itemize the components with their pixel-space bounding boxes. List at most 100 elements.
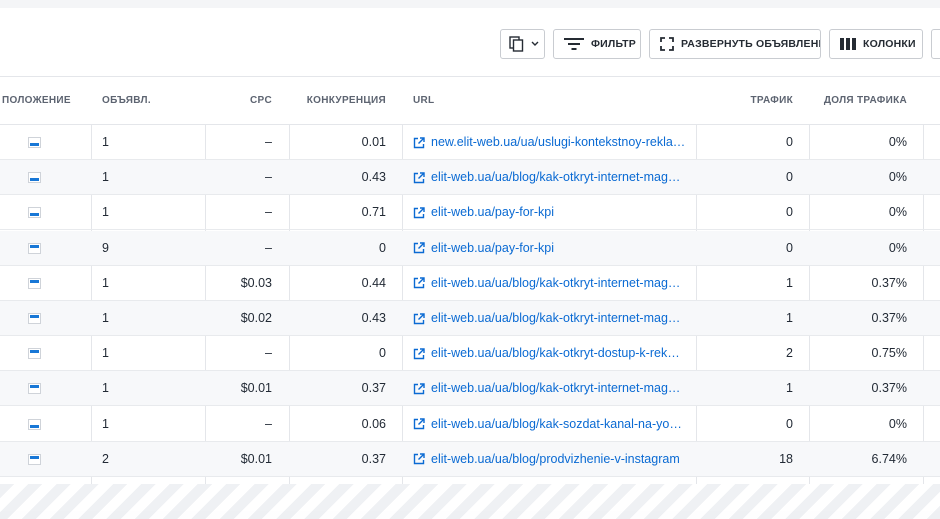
- chevron-down-icon: [531, 41, 539, 47]
- traffic-value: 0: [786, 416, 793, 431]
- traffic-value: 2: [786, 346, 793, 361]
- cpc-value: $0.02: [240, 311, 272, 325]
- table-row: 1 – 0.71 elit-web.ua/pay-for-kpi 0 0%: [0, 195, 940, 231]
- traffic-value: 1: [786, 275, 793, 290]
- table-row: 1 – 0 elit-web.ua/ua/blog/kak-otkryt-dostup…: [0, 336, 940, 372]
- column-header-cpc[interactable]: CPC: [210, 77, 272, 124]
- external-link-icon: [413, 136, 425, 149]
- ads-count: 1: [102, 416, 109, 431]
- more-button[interactable]: [931, 29, 940, 59]
- competition-value: 0: [379, 346, 386, 361]
- traffic-value: 1: [786, 311, 793, 325]
- table-row: 2 $0.01 0.37 elit-web.ua/ua/blog/prodvizhen…: [0, 441, 940, 477]
- external-link-icon: [413, 453, 425, 465]
- traffic-share-value: 0%: [888, 205, 907, 220]
- cpc-value: $0.03: [240, 275, 272, 290]
- competition-value: 0.44: [361, 275, 386, 290]
- traffic-value: 0: [786, 170, 793, 185]
- competition-value: 0.37: [361, 451, 386, 466]
- ads-count: 1: [102, 346, 109, 361]
- cpc-value: $0.01: [240, 451, 272, 466]
- competition-value: 0.01: [361, 135, 386, 149]
- url-link[interactable]: elit-web.ua/ua/blog/kak-otkryt-internet-…: [413, 371, 689, 406]
- top-position-icon: [28, 277, 41, 289]
- traffic-share-value: 6.74%: [871, 451, 907, 466]
- column-header-traffic[interactable]: ТРАФИК: [700, 77, 793, 124]
- external-link-icon: [413, 312, 425, 325]
- bottom-position-icon: [28, 207, 41, 219]
- url-link[interactable]: elit-web.ua/ua/blog/kak-otkryt-dostup-k-…: [413, 336, 689, 371]
- cpc-value: –: [265, 240, 272, 255]
- loading-placeholder-row: [0, 484, 940, 519]
- external-link-icon: [413, 418, 425, 430]
- url-link[interactable]: new.elit-web.ua/ua/uslugi-kontekstnoy-re…: [413, 125, 689, 160]
- table-row: 1 – 0.43 elit-web.ua/ua/blog/kak-otkryt-int…: [0, 160, 940, 196]
- url-text: elit-web.ua/pay-for-kpi: [431, 240, 554, 255]
- url-text: elit-web.ua/ua/blog/prodvizhenie-v-insta…: [431, 451, 680, 466]
- url-text: elit-web.ua/ua/blog/kak-otkryt-internet-…: [431, 275, 681, 290]
- external-link-icon: [413, 347, 425, 360]
- url-link[interactable]: elit-web.ua/ua/blog/kak-sozdat-kanal-na-…: [413, 407, 689, 442]
- bottom-position-icon: [28, 418, 41, 430]
- external-link-icon: [413, 383, 425, 395]
- traffic-value: 0: [786, 205, 793, 220]
- url-text: elit-web.ua/pay-for-kpi: [431, 205, 554, 220]
- bottom-position-icon: [28, 137, 41, 148]
- ads-count: 1: [102, 205, 109, 220]
- cpc-value: –: [265, 170, 272, 185]
- top-position-icon: [28, 313, 41, 324]
- ads-count: 1: [102, 170, 109, 185]
- filter-button[interactable]: ФИЛЬТР: [553, 29, 641, 59]
- cpc-value: –: [265, 346, 272, 361]
- column-header-competition[interactable]: КОНКУРЕНЦИЯ: [294, 77, 386, 124]
- traffic-share-value: 0%: [888, 416, 907, 431]
- url-text: elit-web.ua/ua/blog/kak-otkryt-internet-…: [431, 170, 681, 185]
- competition-value: 0.43: [361, 170, 386, 185]
- competition-value: 0.71: [361, 205, 386, 220]
- expand-ads-button[interactable]: РАЗВЕРНУТЬ ОБЪЯВЛЕНИЯ: [649, 29, 821, 59]
- column-header-traffic-share[interactable]: ДОЛЯ ТРАФИКА: [813, 77, 907, 124]
- competition-value: 0.37: [361, 381, 386, 396]
- url-link[interactable]: elit-web.ua/pay-for-kpi: [413, 231, 689, 266]
- traffic-share-value: 0.75%: [871, 346, 907, 361]
- filter-button-label: ФИЛЬТР: [591, 38, 636, 50]
- bottom-position-icon: [28, 172, 41, 184]
- table-row: 1 – 0.06 elit-web.ua/ua/blog/kak-sozdat-kan…: [0, 407, 940, 442]
- column-header-ads[interactable]: ОБЪЯВЛ.: [102, 77, 202, 124]
- competition-value: 0: [379, 240, 386, 255]
- columns-button-label: КОЛОНКИ: [863, 38, 916, 50]
- table-row: 9 – 0 elit-web.ua/pay-for-kpi 0 0%: [0, 230, 940, 266]
- external-link-icon: [413, 207, 425, 219]
- url-text: elit-web.ua/ua/blog/kak-otkryt-internet-…: [431, 311, 681, 325]
- ads-count: 1: [102, 311, 109, 325]
- copy-dropdown-button[interactable]: [500, 29, 545, 59]
- url-link[interactable]: elit-web.ua/ua/blog/kak-otkryt-internet-…: [413, 160, 689, 195]
- expand-ads-label: РАЗВЕРНУТЬ ОБЪЯВЛЕНИЯ: [681, 38, 821, 50]
- url-link[interactable]: elit-web.ua/pay-for-kpi: [413, 195, 689, 230]
- competition-value: 0.43: [361, 311, 386, 325]
- ads-count: 9: [102, 240, 109, 255]
- external-link-icon: [413, 171, 425, 184]
- top-position-icon: [28, 242, 41, 254]
- url-link[interactable]: elit-web.ua/ua/blog/kak-otkryt-internet-…: [413, 301, 689, 336]
- columns-button[interactable]: КОЛОНКИ: [829, 29, 923, 59]
- table-row: 1 $0.02 0.43 elit-web.ua/ua/blog/kak-otkryt…: [0, 301, 940, 336]
- url-link[interactable]: elit-web.ua/ua/blog/prodvizhenie-v-insta…: [413, 442, 689, 477]
- ads-count: 1: [102, 275, 109, 290]
- url-text: elit-web.ua/ua/blog/kak-otkryt-internet-…: [431, 381, 681, 396]
- column-header-url[interactable]: URL: [413, 77, 613, 124]
- copy-icon: [509, 36, 524, 52]
- external-link-icon: [413, 277, 425, 289]
- expand-icon: [660, 37, 674, 51]
- cpc-value: –: [265, 416, 272, 431]
- toolbar: ФИЛЬТР РАЗВЕРНУТЬ ОБЪЯВЛЕНИЯ КОЛОНКИ: [0, 8, 940, 76]
- traffic-share-value: 0%: [888, 170, 907, 185]
- url-link[interactable]: elit-web.ua/ua/blog/kak-otkryt-internet-…: [413, 266, 689, 301]
- table-row: 1 – 0.01 new.elit-web.ua/ua/uslugi-kontekst…: [0, 125, 940, 160]
- table-row: 1 $0.01 0.37 elit-web.ua/ua/blog/kak-otkryt…: [0, 371, 940, 407]
- traffic-value: 1: [786, 381, 793, 396]
- cpc-value: –: [265, 135, 272, 149]
- ads-count: 1: [102, 381, 109, 396]
- column-header-position[interactable]: ПОЛОЖЕНИЕ: [2, 77, 88, 124]
- top-position-icon: [28, 348, 41, 360]
